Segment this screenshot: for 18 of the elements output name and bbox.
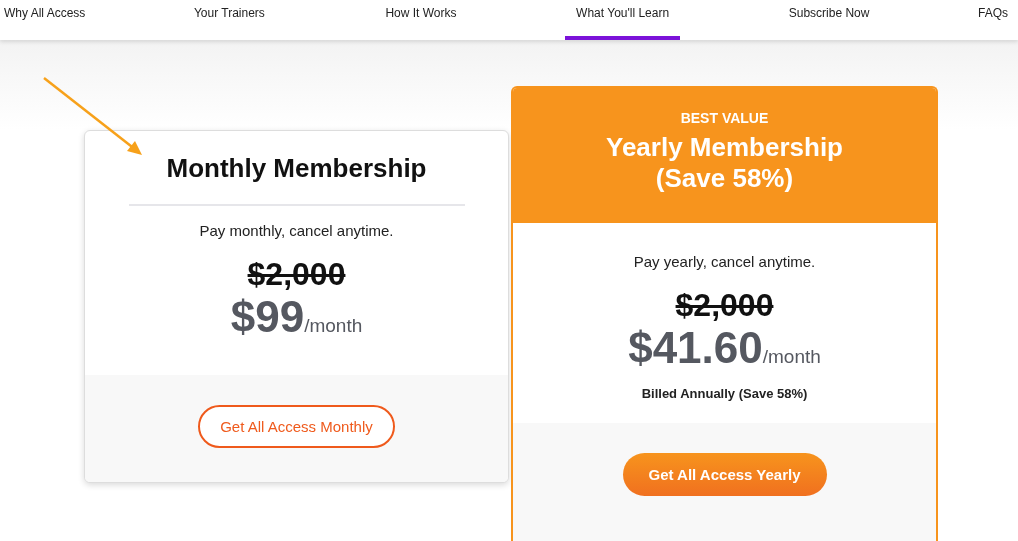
plan-description: Pay monthly, cancel anytime. bbox=[199, 222, 394, 239]
billing-note: Billed Annually (Save 58%) bbox=[641, 386, 808, 401]
plan-title: Monthly Membership bbox=[166, 153, 427, 184]
nav-link[interactable]: Why All Access bbox=[4, 0, 86, 40]
plan-price: $41.60 bbox=[628, 324, 763, 372]
nav-link[interactable]: FAQs bbox=[977, 0, 1008, 40]
plan-price: $99 bbox=[230, 293, 305, 341]
price-period: /month bbox=[762, 346, 821, 368]
nav-link[interactable]: Your Trainers bbox=[181, 0, 277, 40]
nav-link[interactable]: How It Works bbox=[373, 0, 469, 40]
original-price: $2,000 bbox=[247, 255, 346, 293]
price-period: /month bbox=[304, 315, 363, 337]
subscribe-button[interactable]: Get All Access Monthly bbox=[198, 405, 395, 448]
original-price: $2,000 bbox=[675, 286, 774, 324]
nav-link[interactable]: Subscribe Now bbox=[776, 0, 882, 40]
plan-description: Pay yearly, cancel anytime. bbox=[633, 253, 816, 270]
best-value-label: BEST VALUE bbox=[680, 110, 769, 126]
plan-title: Yearly Membership (Save 58%) bbox=[605, 132, 844, 194]
